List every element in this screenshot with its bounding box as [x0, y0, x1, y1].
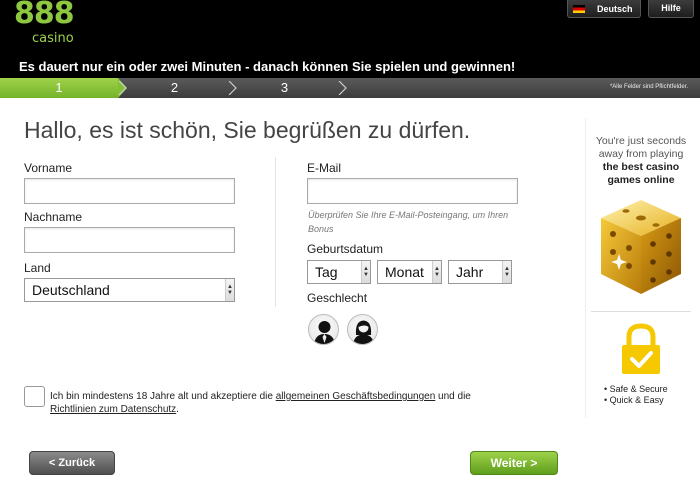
feature-quick: • Quick & Easy [604, 395, 664, 405]
security-features: • Safe & Secure • Quick & Easy [604, 384, 668, 406]
birthdate-label: Geburtsdatum [307, 242, 384, 256]
country-value: Deutschland [32, 282, 110, 298]
back-button[interactable]: < Zurück [29, 451, 115, 475]
step-1: 1 [0, 78, 118, 98]
registration-page: 888 casino Deutsch Hilfe Es dauert nur e… [0, 0, 700, 480]
male-avatar-icon [314, 321, 335, 344]
dropdown-arrow-icon: ▲ ▼ [432, 261, 441, 283]
last-name-field[interactable] [24, 227, 235, 253]
terms-link[interactable]: allgemeinen Geschäftsbedingungen [276, 391, 436, 402]
column-divider [275, 157, 276, 307]
female-avatar-icon [353, 320, 374, 344]
birth-month-select[interactable]: Monat ▲ ▼ [377, 260, 442, 284]
step-progress-bar: 1 2 3 [0, 78, 700, 98]
promo-sidebar: You're just seconds away from playing th… [585, 118, 695, 418]
help-button[interactable]: Hilfe [648, 0, 694, 18]
promo-line-2: away from playing [598, 148, 684, 160]
step-2: 2 [170, 80, 179, 95]
terms-checkbox[interactable] [24, 386, 45, 407]
next-button[interactable]: Weiter > [470, 451, 558, 475]
privacy-link[interactable]: Richtlinien zum Datenschutz [50, 404, 176, 415]
chevron-right-icon [228, 81, 237, 95]
birth-year-value: Jahr [456, 264, 484, 280]
first-name-label: Vorname [24, 161, 73, 175]
sidebar-separator [591, 311, 691, 312]
dropdown-arrow-icon: ▲ ▼ [361, 261, 370, 283]
gender-female-option[interactable] [347, 314, 378, 345]
country-select[interactable]: Deutschland ▲ ▼ [24, 278, 235, 302]
gender-label: Geschlecht [307, 291, 368, 305]
email-hint: Überprüfen Sie Ihre E-Mail-Posteingang, … [308, 210, 509, 234]
feature-safe: • Safe & Secure [604, 384, 668, 394]
terms-text-before: Ich bin mindestens 18 Jahre alt und akze… [50, 391, 276, 402]
email-field[interactable] [307, 178, 518, 204]
dropdown-arrow-icon: ▲ ▼ [502, 261, 511, 283]
promo-text: You're just seconds away from playing th… [586, 135, 696, 187]
birth-month-value: Monat [385, 264, 424, 280]
promo-line-4: games online [607, 174, 675, 186]
terms-text: Ich bin mindestens 18 Jahre alt und akze… [50, 390, 550, 416]
header-bar: 888 casino Deutsch Hilfe Es dauert nur e… [0, 0, 700, 78]
step-3: 3 [280, 80, 289, 95]
promo-line-3: the best casino [602, 161, 680, 173]
first-name-field[interactable] [24, 178, 235, 204]
tagline: Es dauert nur ein oder zwei Minuten - da… [19, 59, 516, 74]
logo-number: 888 [14, 0, 75, 31]
promo-line-1: You're just seconds [595, 135, 687, 147]
logo-word: casino [32, 31, 74, 46]
chevron-right-icon [338, 81, 347, 95]
last-name-label: Nachname [24, 210, 83, 224]
dropdown-arrow-icon: ▲ ▼ [225, 279, 234, 301]
terms-text-middle: und die [435, 391, 471, 402]
gender-male-option[interactable] [308, 314, 339, 345]
golden-dice-icon [601, 200, 681, 294]
birth-day-value: Tag [315, 264, 338, 280]
language-label: Deutsch [597, 3, 633, 14]
email-label: E-Mail [307, 161, 342, 175]
terms-text-after: . [176, 404, 179, 415]
country-label: Land [24, 261, 51, 275]
birth-day-select[interactable]: Tag ▲ ▼ [307, 260, 371, 284]
german-flag-icon [573, 4, 585, 13]
padlock-check-icon [622, 323, 660, 374]
required-fields-note: *Alle Felder sind Pflichtfelder. [609, 84, 688, 90]
chevron-right-icon [118, 81, 127, 95]
page-title: Hallo, es ist schön, Sie begrüßen zu dür… [24, 117, 471, 143]
birth-year-select[interactable]: Jahr ▲ ▼ [448, 260, 512, 284]
language-button[interactable]: Deutsch [567, 0, 641, 18]
